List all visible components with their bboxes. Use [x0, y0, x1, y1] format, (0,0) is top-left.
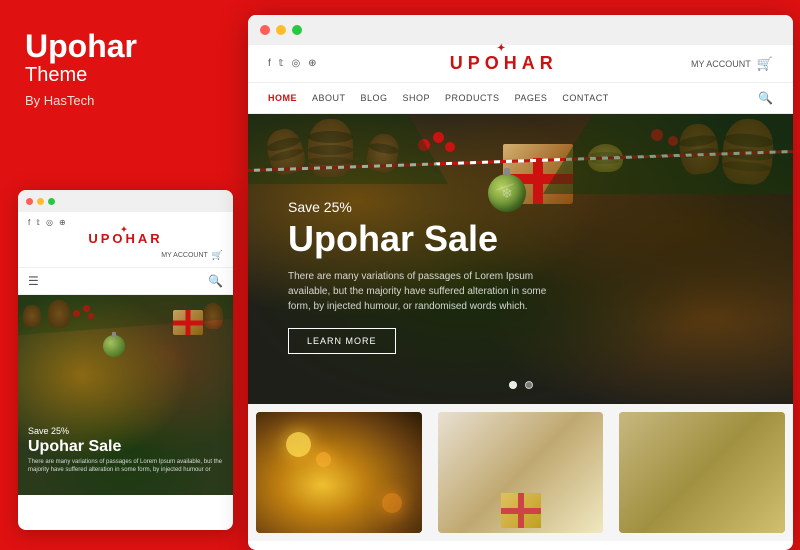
mobile-pinterest-icon: ⊕ — [59, 218, 66, 227]
slider-dot-2[interactable] — [525, 381, 533, 389]
browser-dot-green — [292, 25, 302, 35]
bottom-card-1 — [256, 412, 422, 533]
mobile-desc-text: There are many variations of passages of… — [28, 459, 223, 475]
browser-dot-yellow — [276, 25, 286, 35]
mobile-search-icon[interactable]: 🔍 — [208, 274, 223, 288]
mobile-logo: UPOHAR — [28, 231, 223, 246]
hero-desc: There are many variations of passages of… — [288, 269, 568, 314]
nav-home[interactable]: HOME — [268, 93, 297, 103]
brand-title: Upohar — [25, 30, 223, 62]
instagram-icon[interactable]: ◎ — [291, 58, 300, 69]
site-account-row: MY ACCOUNT 🛒 — [691, 56, 773, 72]
bottom-card-3 — [619, 412, 785, 533]
hero-text-overlay: Save 25% Upohar Sale There are many vari… — [288, 199, 753, 354]
mobile-twitter-icon: 𝕥 — [36, 218, 40, 227]
left-panel: Upohar Theme By HasTech f 𝕥 ◎ ⊕ UPOHAR M… — [0, 0, 248, 550]
mobile-hero-section: Save 25% Upohar Sale There are many vari… — [18, 295, 233, 495]
brand-subtitle: Theme — [25, 64, 223, 87]
slider-dot-1[interactable] — [509, 381, 517, 389]
twitter-icon[interactable]: 𝕥 — [279, 58, 284, 69]
nav-products[interactable]: PRODUCTS — [445, 93, 500, 103]
mobile-hero-text: Save 25% Upohar Sale There are many vari… — [28, 426, 223, 475]
hamburger-icon[interactable]: ☰ — [28, 274, 39, 288]
hero-section: ❄ Save 25% Upohar Sale There are many va… — [248, 114, 793, 404]
slider-dots — [509, 381, 533, 389]
nav-shop[interactable]: SHOP — [403, 93, 431, 103]
account-label[interactable]: MY ACCOUNT — [691, 59, 751, 69]
browser-bar — [248, 15, 793, 45]
main-preview: f 𝕥 ◎ ⊕ UPOHAR MY ACCOUNT 🛒 HOME ABOUT B… — [248, 15, 793, 550]
browser-dot-red — [260, 25, 270, 35]
mobile-dot-red — [26, 198, 33, 205]
mobile-dot-yellow — [37, 198, 44, 205]
cart-icon[interactable]: 🛒 — [757, 56, 773, 72]
mobile-account-label: MY ACCOUNT — [161, 252, 208, 259]
site-header: f 𝕥 ◎ ⊕ UPOHAR MY ACCOUNT 🛒 — [248, 45, 793, 83]
mobile-sale-title: Upohar Sale — [28, 438, 223, 456]
mobile-cart-icon: 🛒 — [212, 250, 223, 261]
hero-cta-button[interactable]: LEARN MORE — [288, 328, 396, 354]
mobile-site-header: f 𝕥 ◎ ⊕ UPOHAR MY ACCOUNT 🛒 — [18, 212, 233, 268]
nav-contact[interactable]: CONTACT — [562, 93, 608, 103]
site-nav: HOME ABOUT BLOG SHOP PRODUCTS PAGES CONT… — [248, 83, 793, 114]
pinterest-icon[interactable]: ⊕ — [308, 58, 316, 69]
bottom-card-2 — [438, 412, 604, 533]
nav-about[interactable]: ABOUT — [312, 93, 346, 103]
hero-save-badge: Save 25% — [288, 199, 753, 215]
site-social-icons: f 𝕥 ◎ ⊕ — [268, 58, 317, 69]
mobile-account-row: MY ACCOUNT 🛒 — [28, 250, 223, 261]
mobile-menu-row: ☰ 🔍 — [18, 268, 233, 295]
nav-pages[interactable]: PAGES — [515, 93, 548, 103]
nav-search-icon[interactable]: 🔍 — [758, 91, 773, 105]
mobile-save-text: Save 25% — [28, 426, 223, 436]
mobile-facebook-icon: f — [28, 218, 30, 227]
mobile-browser-bar — [18, 190, 233, 212]
facebook-icon[interactable]: f — [268, 58, 271, 69]
mobile-instagram-icon: ◎ — [46, 218, 53, 227]
nav-blog[interactable]: BLOG — [361, 93, 388, 103]
brand-by: By HasTech — [25, 93, 223, 108]
mobile-dot-green — [48, 198, 55, 205]
bottom-section — [248, 404, 793, 541]
site-logo: UPOHAR — [450, 53, 558, 74]
mobile-preview-card: f 𝕥 ◎ ⊕ UPOHAR MY ACCOUNT 🛒 ☰ 🔍 — [18, 190, 233, 530]
hero-title: Upohar Sale — [288, 219, 753, 259]
nav-items: HOME ABOUT BLOG SHOP PRODUCTS PAGES CONT… — [268, 93, 609, 103]
